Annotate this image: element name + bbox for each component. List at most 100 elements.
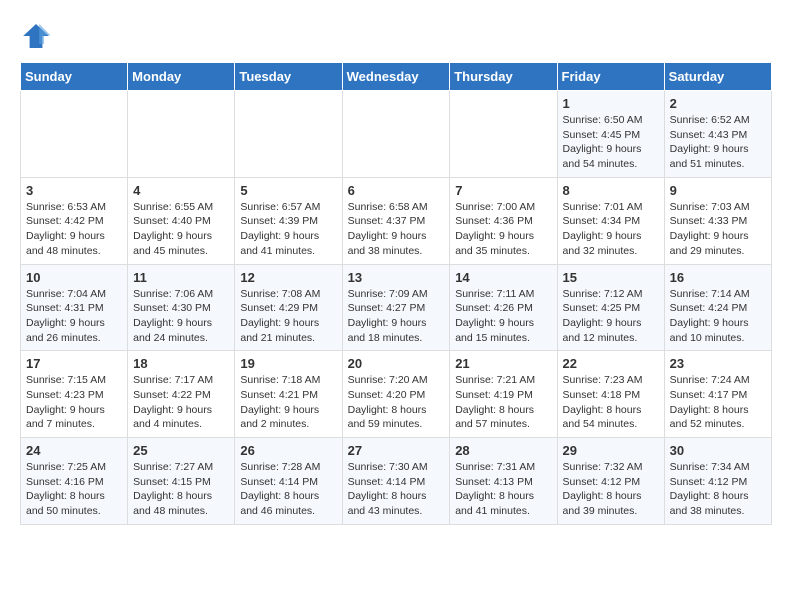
day-number: 28: [455, 443, 551, 458]
calendar-cell: 8Sunrise: 7:01 AM Sunset: 4:34 PM Daylig…: [557, 177, 664, 264]
day-info: Sunrise: 7:00 AM Sunset: 4:36 PM Dayligh…: [455, 200, 551, 259]
day-info: Sunrise: 7:31 AM Sunset: 4:13 PM Dayligh…: [455, 460, 551, 519]
col-header-monday: Monday: [128, 63, 235, 91]
day-number: 18: [133, 356, 229, 371]
page-header: [20, 20, 772, 52]
calendar-cell: 27 Sunrise: 7:30 AM Sunset: 4:14 PM Dayli…: [342, 438, 450, 525]
day-number: 6: [348, 183, 445, 198]
day-info: Sunrise: 7:28 AM Sunset: 4:14 PM Dayligh…: [240, 460, 336, 519]
calendar-cell: 20 Sunrise: 7:20 AM Sunset: 4:20 PM Dayli…: [342, 351, 450, 438]
col-header-thursday: Thursday: [450, 63, 557, 91]
day-info: Sunrise: 7:25 AM Sunset: 4:16 PM Dayligh…: [26, 460, 122, 519]
day-number: 27: [348, 443, 445, 458]
day-number: 8: [563, 183, 659, 198]
calendar-cell: 25Sunrise: 7:27 AM Sunset: 4:15 PM Dayli…: [128, 438, 235, 525]
calendar-cell: 18Sunrise: 7:17 AM Sunset: 4:22 PM Dayli…: [128, 351, 235, 438]
col-header-saturday: Saturday: [664, 63, 771, 91]
day-number: 11: [133, 270, 229, 285]
day-info: Sunrise: 6:55 AM Sunset: 4:40 PM Dayligh…: [133, 200, 229, 259]
calendar-table: SundayMondayTuesdayWednesdayThursdayFrid…: [20, 62, 772, 525]
calendar-cell: 11Sunrise: 7:06 AM Sunset: 4:30 PM Dayli…: [128, 264, 235, 351]
day-info: Sunrise: 7:08 AM Sunset: 4:29 PM Dayligh…: [240, 287, 336, 346]
day-info: Sunrise: 7:09 AM Sunset: 4:27 PM Dayligh…: [348, 287, 445, 346]
calendar-cell: 28 Sunrise: 7:31 AM Sunset: 4:13 PM Dayli…: [450, 438, 557, 525]
col-header-wednesday: Wednesday: [342, 63, 450, 91]
day-number: 20: [348, 356, 445, 371]
day-info: Sunrise: 6:57 AM Sunset: 4:39 PM Dayligh…: [240, 200, 336, 259]
day-number: 4: [133, 183, 229, 198]
calendar-cell: [450, 91, 557, 178]
day-number: 9: [670, 183, 766, 198]
calendar-cell: 4 Sunrise: 6:55 AM Sunset: 4:40 PM Daylig…: [128, 177, 235, 264]
logo: [20, 20, 58, 52]
day-info: Sunrise: 7:24 AM Sunset: 4:17 PM Dayligh…: [670, 373, 766, 432]
day-info: Sunrise: 6:50 AM Sunset: 4:45 PM Dayligh…: [563, 113, 659, 172]
day-number: 5: [240, 183, 336, 198]
day-info: Sunrise: 7:30 AM Sunset: 4:14 PM Dayligh…: [348, 460, 445, 519]
day-info: Sunrise: 7:11 AM Sunset: 4:26 PM Dayligh…: [455, 287, 551, 346]
calendar-week-row: 24 Sunrise: 7:25 AM Sunset: 4:16 PM Dayli…: [21, 438, 772, 525]
calendar-cell: 13Sunrise: 7:09 AM Sunset: 4:27 PM Dayli…: [342, 264, 450, 351]
day-number: 16: [670, 270, 766, 285]
calendar-cell: [128, 91, 235, 178]
day-number: 2: [670, 96, 766, 111]
calendar-cell: 16 Sunrise: 7:14 AM Sunset: 4:24 PM Dayli…: [664, 264, 771, 351]
calendar-cell: 15Sunrise: 7:12 AM Sunset: 4:25 PM Dayli…: [557, 264, 664, 351]
day-info: Sunrise: 7:34 AM Sunset: 4:12 PM Dayligh…: [670, 460, 766, 519]
calendar-cell: 7 Sunrise: 7:00 AM Sunset: 4:36 PM Daylig…: [450, 177, 557, 264]
calendar-cell: 1 Sunrise: 6:50 AM Sunset: 4:45 PM Daylig…: [557, 91, 664, 178]
day-info: Sunrise: 7:15 AM Sunset: 4:23 PM Dayligh…: [26, 373, 122, 432]
calendar-cell: 22 Sunrise: 7:23 AM Sunset: 4:18 PM Dayli…: [557, 351, 664, 438]
day-number: 17: [26, 356, 122, 371]
day-number: 7: [455, 183, 551, 198]
calendar-cell: 12 Sunrise: 7:08 AM Sunset: 4:29 PM Dayli…: [235, 264, 342, 351]
day-info: Sunrise: 7:04 AM Sunset: 4:31 PM Dayligh…: [26, 287, 122, 346]
calendar-cell: [21, 91, 128, 178]
calendar-cell: 24 Sunrise: 7:25 AM Sunset: 4:16 PM Dayli…: [21, 438, 128, 525]
col-header-friday: Friday: [557, 63, 664, 91]
calendar-week-row: 17 Sunrise: 7:15 AM Sunset: 4:23 PM Dayli…: [21, 351, 772, 438]
day-number: 22: [563, 356, 659, 371]
day-number: 19: [240, 356, 336, 371]
day-number: 30: [670, 443, 766, 458]
day-number: 26: [240, 443, 336, 458]
day-info: Sunrise: 6:53 AM Sunset: 4:42 PM Dayligh…: [26, 200, 122, 259]
day-number: 1: [563, 96, 659, 111]
calendar-cell: 9 Sunrise: 7:03 AM Sunset: 4:33 PM Daylig…: [664, 177, 771, 264]
calendar-cell: 19 Sunrise: 7:18 AM Sunset: 4:21 PM Dayli…: [235, 351, 342, 438]
calendar-cell: 29 Sunrise: 7:32 AM Sunset: 4:12 PM Dayli…: [557, 438, 664, 525]
day-number: 25: [133, 443, 229, 458]
day-info: Sunrise: 7:14 AM Sunset: 4:24 PM Dayligh…: [670, 287, 766, 346]
calendar-header-row: SundayMondayTuesdayWednesdayThursdayFrid…: [21, 63, 772, 91]
day-info: Sunrise: 6:52 AM Sunset: 4:43 PM Dayligh…: [670, 113, 766, 172]
calendar-cell: 6 Sunrise: 6:58 AM Sunset: 4:37 PM Daylig…: [342, 177, 450, 264]
day-number: 21: [455, 356, 551, 371]
day-number: 29: [563, 443, 659, 458]
day-info: Sunrise: 6:58 AM Sunset: 4:37 PM Dayligh…: [348, 200, 445, 259]
day-number: 23: [670, 356, 766, 371]
day-number: 12: [240, 270, 336, 285]
calendar-cell: 30 Sunrise: 7:34 AM Sunset: 4:12 PM Dayli…: [664, 438, 771, 525]
calendar-week-row: 3Sunrise: 6:53 AM Sunset: 4:42 PM Daylig…: [21, 177, 772, 264]
calendar-week-row: 1 Sunrise: 6:50 AM Sunset: 4:45 PM Daylig…: [21, 91, 772, 178]
calendar-cell: 26 Sunrise: 7:28 AM Sunset: 4:14 PM Dayli…: [235, 438, 342, 525]
col-header-tuesday: Tuesday: [235, 63, 342, 91]
calendar-cell: 17 Sunrise: 7:15 AM Sunset: 4:23 PM Dayli…: [21, 351, 128, 438]
day-info: Sunrise: 7:20 AM Sunset: 4:20 PM Dayligh…: [348, 373, 445, 432]
logo-icon: [20, 20, 52, 52]
day-number: 24: [26, 443, 122, 458]
day-number: 14: [455, 270, 551, 285]
calendar-cell: [235, 91, 342, 178]
calendar-cell: 3Sunrise: 6:53 AM Sunset: 4:42 PM Daylig…: [21, 177, 128, 264]
calendar-cell: 21Sunrise: 7:21 AM Sunset: 4:19 PM Dayli…: [450, 351, 557, 438]
day-number: 10: [26, 270, 122, 285]
day-info: Sunrise: 7:23 AM Sunset: 4:18 PM Dayligh…: [563, 373, 659, 432]
calendar-cell: 5 Sunrise: 6:57 AM Sunset: 4:39 PM Daylig…: [235, 177, 342, 264]
day-number: 15: [563, 270, 659, 285]
day-info: Sunrise: 7:32 AM Sunset: 4:12 PM Dayligh…: [563, 460, 659, 519]
day-info: Sunrise: 7:03 AM Sunset: 4:33 PM Dayligh…: [670, 200, 766, 259]
calendar-cell: 2 Sunrise: 6:52 AM Sunset: 4:43 PM Daylig…: [664, 91, 771, 178]
calendar-cell: 23 Sunrise: 7:24 AM Sunset: 4:17 PM Dayli…: [664, 351, 771, 438]
day-info: Sunrise: 7:18 AM Sunset: 4:21 PM Dayligh…: [240, 373, 336, 432]
calendar-cell: 10 Sunrise: 7:04 AM Sunset: 4:31 PM Dayli…: [21, 264, 128, 351]
